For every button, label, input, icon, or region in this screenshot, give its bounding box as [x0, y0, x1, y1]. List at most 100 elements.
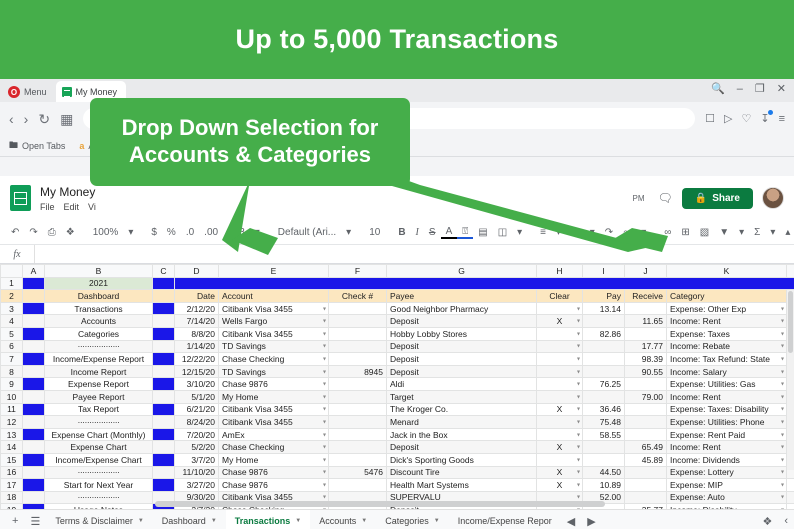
restore-icon[interactable]: ❐ [755, 82, 765, 95]
functions-caret-icon[interactable]: ▾ [765, 227, 780, 238]
table-row[interactable]: 6··················1/14/20TD SavingsDepo… [1, 340, 794, 353]
cell-year-label[interactable]: 2021 [45, 277, 153, 290]
cell-clear[interactable] [537, 416, 583, 429]
bold-button[interactable]: B [393, 227, 410, 238]
cell-payee[interactable]: Good Neighbor Pharmacy [387, 302, 537, 315]
cell-column-a-selected[interactable] [23, 416, 45, 429]
cell-date[interactable]: 8/24/20 [175, 416, 219, 429]
header-receive[interactable]: Receive [625, 290, 667, 303]
cell-clear[interactable] [537, 302, 583, 315]
horizontal-scrollbar[interactable] [155, 501, 605, 507]
cell-clear[interactable]: X [537, 403, 583, 416]
camera-icon[interactable]: ☐ [705, 112, 715, 125]
column-header-I[interactable]: I [583, 265, 625, 278]
merge-cells-icon[interactable]: ◫ [493, 227, 512, 238]
cell-memo[interactable] [787, 504, 794, 509]
cell-account[interactable]: Chase 9876 [219, 466, 329, 479]
cell-payee[interactable]: Aldi [387, 378, 537, 391]
cell-clear[interactable] [537, 340, 583, 353]
cell-column-a-selected[interactable] [23, 327, 45, 340]
cell-payee[interactable]: Deposit [387, 441, 537, 454]
cell-column-c-selected[interactable] [153, 453, 175, 466]
cell-pay[interactable]: 10.89 [583, 479, 625, 492]
table-row[interactable]: 3Transactions2/12/20Citibank Visa 3455Go… [1, 302, 794, 315]
share-button[interactable]: 🔒 Share [682, 188, 753, 209]
header-payee[interactable]: Payee [387, 290, 537, 303]
search-icon[interactable]: 🔍 [711, 82, 725, 95]
explore-icon[interactable]: ❖ [762, 515, 772, 528]
header-clear[interactable]: Clear [537, 290, 583, 303]
send-icon[interactable]: ▷ [724, 112, 732, 125]
bookmark-open-tabs[interactable]: 🖿 Open Tabs [9, 138, 65, 154]
column-header-L[interactable]: L [787, 265, 794, 278]
table-row[interactable]: 4Accounts7/14/20Wells FargoDepositX11.65… [1, 315, 794, 328]
column-header-B[interactable]: B [45, 265, 153, 278]
row-header[interactable]: 18 [1, 491, 23, 504]
cell-clear[interactable] [537, 453, 583, 466]
sidebar-link-tax-report[interactable]: Tax Report [45, 403, 153, 416]
cell-account[interactable]: Chase 9876 [219, 378, 329, 391]
cell-pay[interactable]: 36.46 [583, 403, 625, 416]
font-caret-icon[interactable]: ▾ [341, 227, 356, 238]
table-row[interactable]: 8Income Report12/15/20TD Savings8945Depo… [1, 365, 794, 378]
cell-dashboard-label[interactable]: Dashboard [45, 290, 153, 303]
header-date[interactable]: Date [175, 290, 219, 303]
column-header-F[interactable]: F [329, 265, 387, 278]
sheet-tab-accounts[interactable]: Accounts ▼ [310, 510, 376, 529]
reload-icon[interactable]: ↻ [38, 112, 50, 126]
cell-receive[interactable] [625, 378, 667, 391]
table-row[interactable]: 17Start for Next Year3/27/20Chase 9876He… [1, 479, 794, 492]
cell-category[interactable]: Income: Rent [667, 315, 787, 328]
sidebar-divider[interactable]: ·················· [45, 416, 153, 429]
cell-category[interactable]: Expense: Auto [667, 491, 787, 504]
cell-date[interactable]: 12/15/20 [175, 365, 219, 378]
row-header[interactable]: 11 [1, 403, 23, 416]
cell-category[interactable]: Income: Tax Refund: State [667, 353, 787, 366]
header-category[interactable]: Category [667, 290, 787, 303]
cell-payee[interactable]: Dick's Sporting Goods [387, 453, 537, 466]
vertical-align-icon[interactable]: ⊤ [566, 227, 585, 238]
forward-icon[interactable]: › [24, 112, 29, 126]
cell-column-a-selected[interactable] [23, 365, 45, 378]
cell-column-a-selected[interactable] [23, 315, 45, 328]
formula-input[interactable] [34, 245, 794, 263]
sidebar-link-start-for-next-year[interactable]: Start for Next Year [45, 479, 153, 492]
heart-icon[interactable]: ♡ [741, 112, 751, 125]
table-row[interactable]: 14Expense Chart5/2/20Chase CheckingDepos… [1, 441, 794, 454]
cell-pay[interactable] [583, 390, 625, 403]
cell-account[interactable]: My Home [219, 390, 329, 403]
sheet-tab-transactions[interactable]: Transactions ▼ [226, 510, 310, 529]
cell-check-number[interactable] [329, 390, 387, 403]
cell-column-a-selected[interactable] [23, 479, 45, 492]
sidebar-link-income-expense-chart[interactable]: Income/Expense Chart [45, 453, 153, 466]
cell-pay[interactable] [583, 353, 625, 366]
cell-payee[interactable]: Deposit [387, 353, 537, 366]
scroll-tabs-right-icon[interactable]: ▶ [581, 515, 601, 528]
cell-column-c-selected[interactable] [153, 403, 175, 416]
cell-account[interactable]: AmEx [219, 428, 329, 441]
cell-pay[interactable]: 82.86 [583, 327, 625, 340]
cell-column-c-selected[interactable] [153, 365, 175, 378]
browser-menu-icon[interactable]: ≡ [779, 113, 785, 125]
percent-format-button[interactable]: % [162, 227, 181, 238]
cell-column-c-selected[interactable] [153, 353, 175, 366]
cell-category[interactable]: Expense: Other Exp [667, 302, 787, 315]
cell-category[interactable]: Income: Dividends [667, 453, 787, 466]
cell-column-a-selected[interactable] [23, 302, 45, 315]
sheet-tab-terms-disclaimer[interactable]: Terms & Disclaimer ▼ [46, 510, 152, 529]
table-row[interactable]: 15Income/Expense Chart3/7/20My HomeDick'… [1, 453, 794, 466]
cell-column-a-selected[interactable] [23, 504, 45, 509]
cell-column-a-selected[interactable] [23, 453, 45, 466]
formats-caret-icon[interactable]: ▾ [250, 227, 265, 238]
collapse-sidebar-icon[interactable]: ‹ [784, 515, 788, 527]
cell-pay[interactable] [583, 441, 625, 454]
sidebar-divider[interactable]: ·················· [45, 466, 153, 479]
row-header[interactable]: 9 [1, 378, 23, 391]
cell-receive[interactable] [625, 466, 667, 479]
cell-category[interactable]: Income: Salary [667, 365, 787, 378]
currency-format-button[interactable]: $ [146, 227, 162, 238]
menu-file[interactable]: File [40, 202, 55, 212]
cell-date[interactable]: 3/10/20 [175, 378, 219, 391]
cell-account[interactable]: TD Savings [219, 365, 329, 378]
row-header[interactable]: 2 [1, 290, 23, 303]
